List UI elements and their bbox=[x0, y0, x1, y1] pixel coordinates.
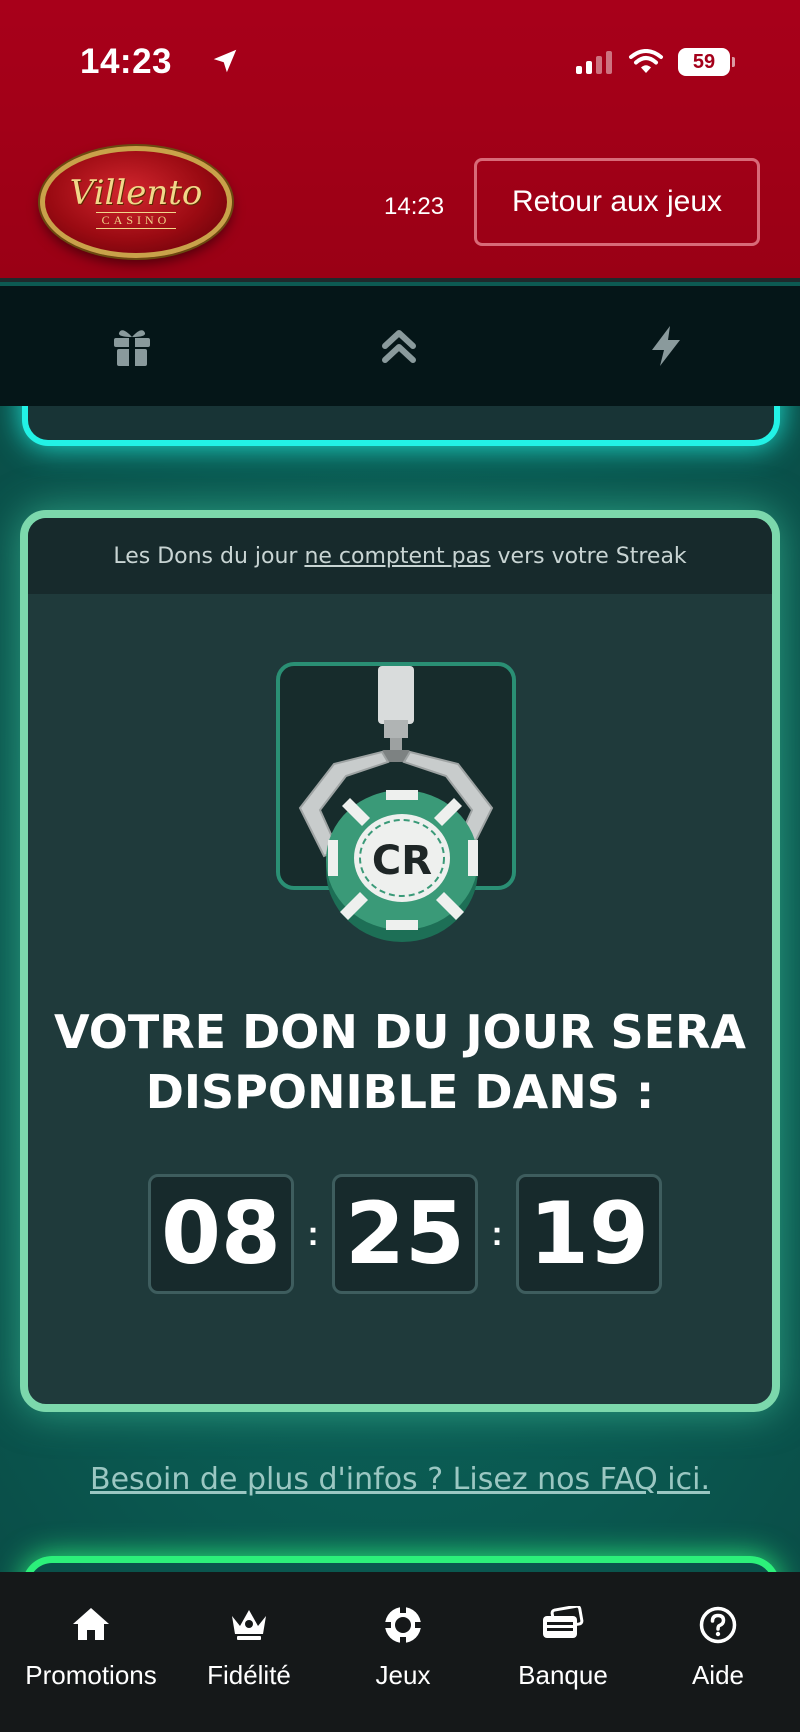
crown-icon bbox=[232, 1610, 266, 1640]
tab-gifts[interactable] bbox=[102, 316, 162, 376]
nav-bank[interactable]: Banque bbox=[490, 1572, 636, 1732]
chip-label: CR bbox=[372, 838, 432, 884]
villento-casino-logo[interactable]: Villento CASINO bbox=[40, 146, 232, 258]
nav-loyalty[interactable]: Fidélité bbox=[182, 1572, 316, 1732]
status-bar-indicators: 59 bbox=[574, 48, 735, 76]
logo-sub-text: CASINO bbox=[95, 211, 177, 229]
timer-separator: : bbox=[307, 1214, 319, 1253]
wifi-icon bbox=[629, 49, 663, 73]
location-arrow-icon bbox=[213, 49, 237, 73]
streak-note: Les Dons du jour ne comptent pas vers vo… bbox=[28, 518, 772, 594]
tab-streak[interactable] bbox=[369, 316, 429, 376]
return-to-games-button[interactable]: Retour aux jeux bbox=[474, 158, 760, 246]
lightning-icon bbox=[652, 326, 680, 366]
header-clock: 14:23 bbox=[384, 193, 445, 220]
nav-games[interactable]: Jeux bbox=[316, 1572, 490, 1732]
home-icon bbox=[73, 1608, 109, 1640]
daily-gift-card: Les Dons du jour ne comptent pas vers vo… bbox=[20, 510, 780, 1412]
wallet-icon bbox=[543, 1606, 584, 1638]
chip-icon bbox=[385, 1607, 421, 1643]
timer-separator: : bbox=[491, 1214, 503, 1253]
help-icon bbox=[699, 1606, 737, 1644]
countdown-title: VOTRE DON DU JOUR SERA DISPONIBLE DANS : bbox=[53, 1005, 747, 1119]
chevrons-up-icon bbox=[382, 330, 416, 363]
nav-help[interactable]: Aide bbox=[636, 1572, 800, 1732]
countdown-timer: 08 : 25 : 19 bbox=[148, 1174, 662, 1294]
promotion-tab-bar bbox=[0, 286, 800, 406]
battery-indicator: 59 bbox=[678, 48, 735, 76]
claw-machine-chip-icon: CR bbox=[276, 662, 516, 942]
streak-note-link[interactable]: ne comptent pas bbox=[304, 544, 490, 569]
nav-promotions[interactable]: Promotions bbox=[0, 1572, 182, 1732]
logo-script-text: Villento bbox=[69, 172, 203, 213]
status-bar-time: 14:23 bbox=[80, 42, 237, 82]
bottom-navigation: Promotions Fidélité Jeux Banque Aide bbox=[0, 1572, 800, 1732]
timer-seconds: 19 bbox=[516, 1174, 662, 1294]
timer-minutes: 25 bbox=[332, 1174, 478, 1294]
tab-boost[interactable] bbox=[636, 316, 696, 376]
signal-icon bbox=[576, 51, 612, 74]
gift-icon bbox=[114, 330, 150, 366]
app-header: 14:23 59 Villento CASINO 14:23 Retour au… bbox=[0, 0, 800, 282]
timer-hours: 08 bbox=[148, 1174, 294, 1294]
faq-link[interactable]: Besoin de plus d'infos ? Lisez nos FAQ i… bbox=[0, 1462, 800, 1497]
